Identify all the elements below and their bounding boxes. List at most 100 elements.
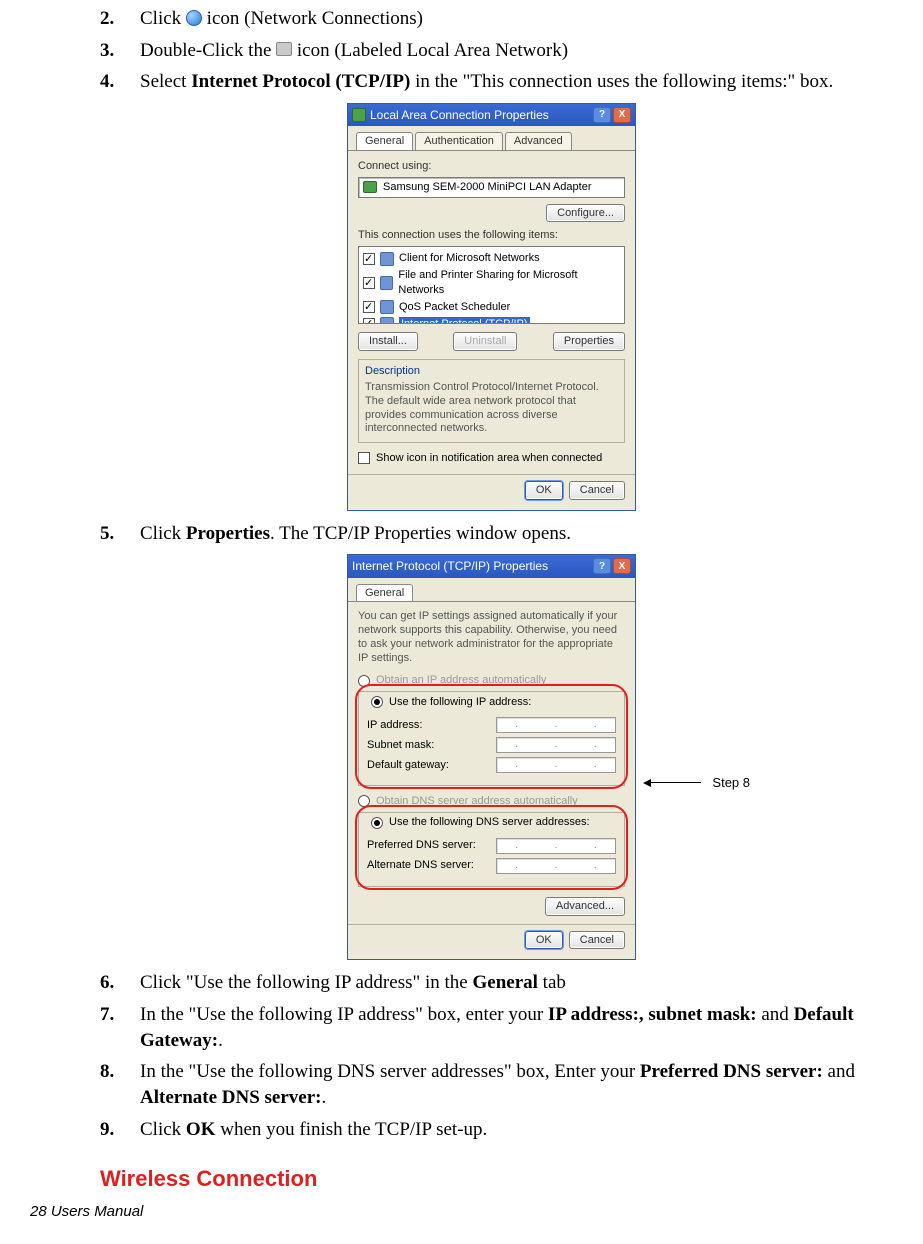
service-icon [380, 276, 394, 290]
steps-list: 5. Click Properties. The TCP/IP Properti… [100, 521, 883, 547]
step-3: 3. Double-Click the icon (Labeled Local … [100, 38, 883, 64]
cancel-button[interactable]: Cancel [569, 481, 625, 500]
radio-icon[interactable] [358, 795, 370, 807]
radio-use-ip[interactable]: Use the following IP address: [367, 695, 535, 710]
tab-general[interactable]: General [356, 584, 413, 602]
step-text: in the "This connection uses the followi… [410, 71, 833, 92]
radio-label: Obtain DNS server address automatically [376, 794, 578, 809]
checkbox-icon[interactable] [363, 301, 375, 313]
step-body: Click Properties. The TCP/IP Properties … [140, 521, 883, 547]
help-button[interactable]: ? [593, 558, 611, 574]
item-label-selected: Internet Protocol (TCP/IP) [399, 317, 530, 325]
uninstall-button[interactable]: Uninstall [453, 332, 517, 351]
install-button[interactable]: Install... [358, 332, 418, 351]
step-bold: IP address:, subnet mask: [548, 1004, 757, 1025]
step-text: icon (Network Connections) [207, 8, 423, 29]
radio-icon[interactable] [358, 675, 370, 687]
step-5: 5. Click Properties. The TCP/IP Properti… [100, 521, 883, 547]
radio-obtain-ip[interactable]: Obtain an IP address automatically [358, 673, 625, 688]
radio-label: Obtain an IP address automatically [376, 673, 546, 688]
connect-using-label: Connect using: [358, 159, 625, 174]
step-text: In the "Use the following IP address" bo… [140, 1004, 548, 1025]
list-item[interactable]: Internet Protocol (TCP/IP) [363, 316, 620, 325]
preferred-dns-input[interactable]: ... [496, 838, 616, 854]
list-item[interactable]: Client for Microsoft Networks [363, 250, 620, 267]
list-item[interactable]: File and Printer Sharing for Microsoft N… [363, 267, 620, 299]
manual-page: 2. Click icon (Network Connections) 3. D… [0, 0, 923, 1244]
description-title: Description [365, 364, 618, 379]
advanced-button[interactable]: Advanced... [545, 897, 625, 916]
dialog-tcpip-properties: Internet Protocol (TCP/IP) Properties ? … [347, 554, 636, 960]
radio-use-dns[interactable]: Use the following DNS server addresses: [367, 815, 594, 830]
step-text: . [321, 1087, 326, 1108]
properties-button[interactable]: Properties [553, 332, 625, 351]
heading-wireless-connection: Wireless Connection [100, 1164, 883, 1194]
step-body: Select Internet Protocol (TCP/IP) in the… [140, 69, 883, 95]
window-title: Internet Protocol (TCP/IP) Properties [352, 558, 548, 574]
step-text: Click [140, 523, 186, 544]
step-body: Click OK when you finish the TCP/IP set-… [140, 1117, 883, 1143]
close-button[interactable]: X [613, 558, 631, 574]
radio-icon[interactable] [371, 817, 383, 829]
checkbox-icon[interactable] [363, 318, 375, 324]
step-2: 2. Click icon (Network Connections) [100, 6, 883, 32]
field-label: Preferred DNS server: [367, 838, 476, 853]
tab-authentication[interactable]: Authentication [415, 132, 503, 150]
intro-text: You can get IP settings assigned automat… [358, 610, 625, 665]
show-icon-checkbox-row: Show icon in notification area when conn… [358, 451, 625, 466]
titlebar-left: Internet Protocol (TCP/IP) Properties [352, 558, 548, 574]
description-text: Transmission Control Protocol/Internet P… [365, 381, 618, 436]
step-text: and [823, 1061, 855, 1082]
titlebar: Local Area Connection Properties ? X [348, 104, 635, 126]
field-label: Alternate DNS server: [367, 858, 474, 873]
step-bold: General [472, 972, 537, 993]
adapter-name: Samsung SEM-2000 MiniPCI LAN Adapter [383, 180, 592, 195]
step-number: 9. [100, 1117, 140, 1143]
step-text: Select [140, 71, 191, 92]
step-body: In the "Use the following DNS server add… [140, 1059, 883, 1110]
step-number: 4. [100, 69, 140, 95]
ok-button[interactable]: OK [525, 481, 563, 500]
cancel-button[interactable]: Cancel [569, 931, 625, 950]
help-button[interactable]: ? [593, 107, 611, 123]
dialog-body: You can get IP settings assigned automat… [348, 602, 635, 959]
titlebar-controls: ? X [593, 107, 631, 123]
checkbox-icon[interactable] [358, 452, 370, 464]
step-text: and [757, 1004, 794, 1025]
default-gateway-input[interactable]: ... [496, 757, 616, 773]
configure-button[interactable]: Configure... [546, 204, 625, 223]
step-text: when you finish the TCP/IP set-up. [215, 1119, 487, 1140]
adapter-icon [363, 181, 377, 193]
callout-step8: Step 8 [712, 774, 750, 792]
subnet-mask-input[interactable]: ... [496, 737, 616, 753]
close-button[interactable]: X [613, 107, 631, 123]
dialog-body: Connect using: Samsung SEM-2000 MiniPCI … [348, 151, 635, 510]
step-bold: Preferred DNS server: [640, 1061, 823, 1082]
step-text: tab [538, 972, 566, 993]
field-label: Default gateway: [367, 758, 449, 773]
tab-general[interactable]: General [356, 132, 413, 150]
ok-button[interactable]: OK [525, 931, 563, 950]
radio-obtain-dns[interactable]: Obtain DNS server address automatically [358, 794, 625, 809]
step-number: 5. [100, 521, 140, 547]
step-bold: OK [186, 1119, 216, 1140]
steps-list: 6. Click "Use the following IP address" … [100, 970, 883, 1142]
step-9: 9. Click OK when you finish the TCP/IP s… [100, 1117, 883, 1143]
list-item[interactable]: QoS Packet Scheduler [363, 299, 620, 316]
alternate-dns-input[interactable]: ... [496, 858, 616, 874]
callout-arrow-icon [643, 779, 651, 787]
connection-items-label: This connection uses the following items… [358, 228, 625, 243]
step-body: Click icon (Network Connections) [140, 6, 883, 32]
radio-icon[interactable] [371, 696, 383, 708]
checkbox-icon[interactable] [363, 277, 375, 289]
connection-items-list[interactable]: Client for Microsoft Networks File and P… [358, 246, 625, 324]
tab-advanced[interactable]: Advanced [505, 132, 572, 150]
step-bold: Properties [186, 523, 270, 544]
step-text: . The TCP/IP Properties window opens. [270, 523, 571, 544]
step-text: Click "Use the following IP address" in … [140, 972, 472, 993]
step-bold: Alternate DNS server: [140, 1087, 321, 1108]
window-title: Local Area Connection Properties [370, 107, 549, 123]
checkbox-icon[interactable] [363, 253, 375, 265]
local-area-network-icon [276, 42, 292, 56]
ip-address-input[interactable]: ... [496, 717, 616, 733]
